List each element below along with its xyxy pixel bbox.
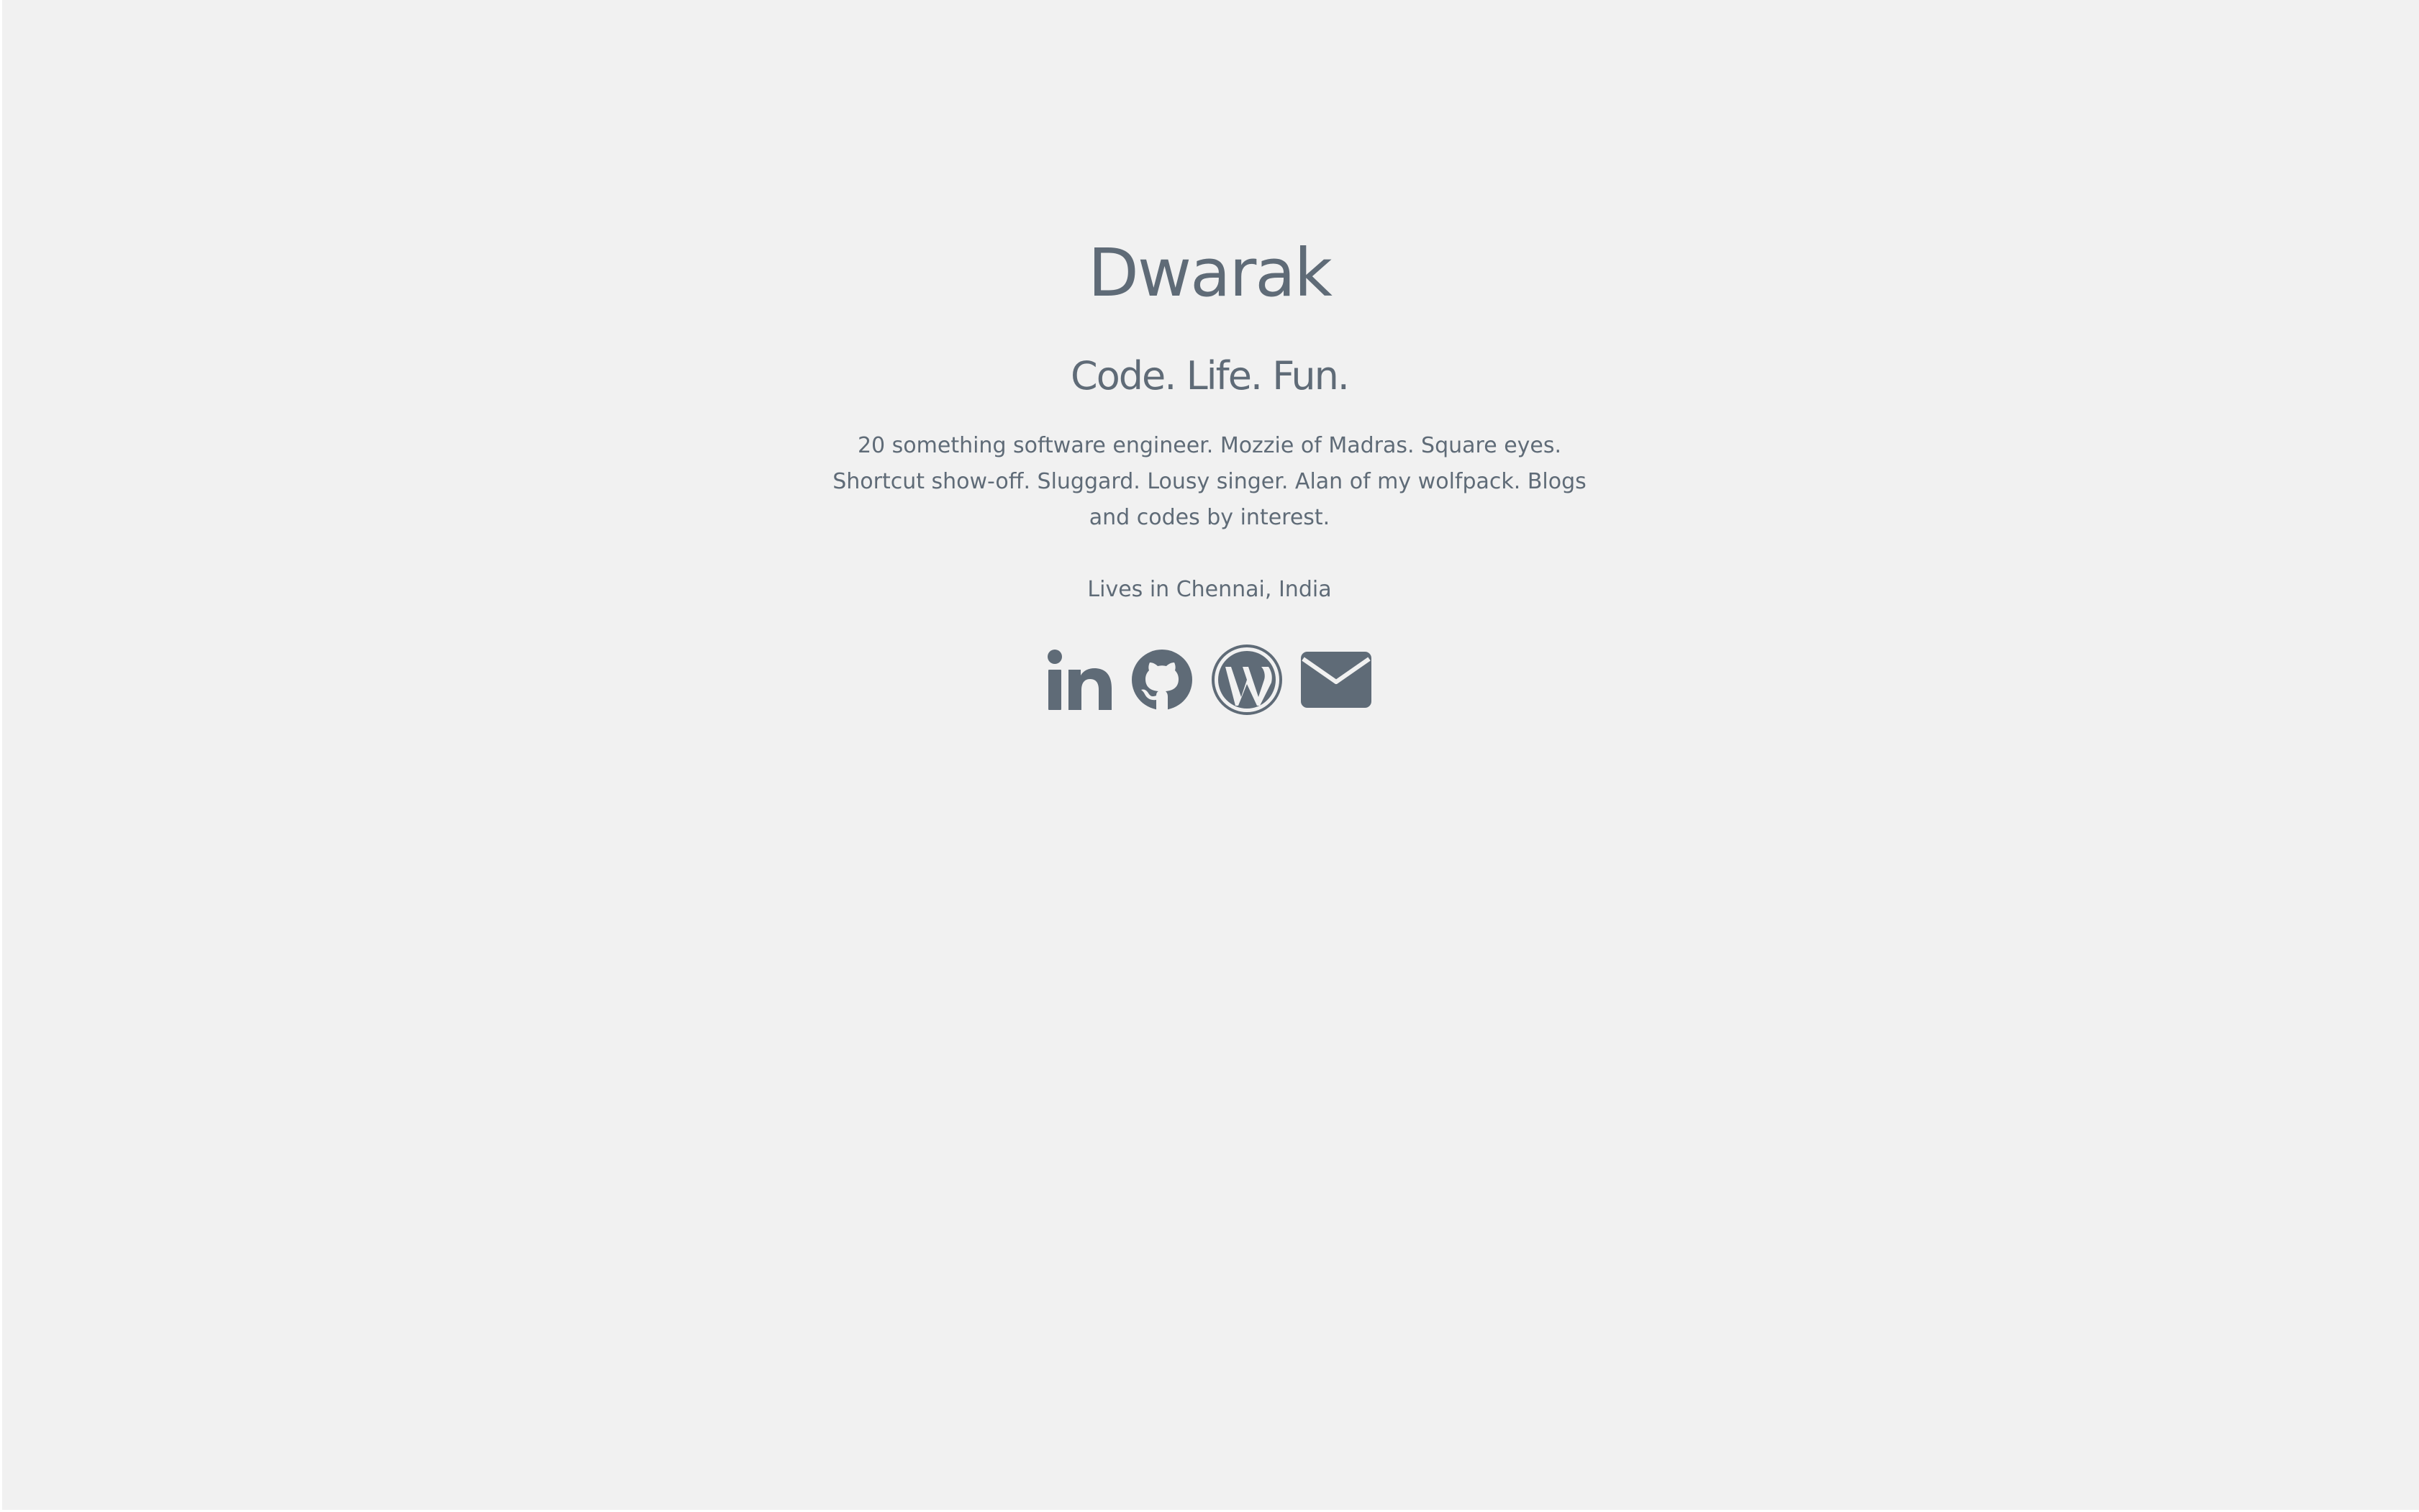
github-icon xyxy=(1132,650,1192,710)
profile-bio: 20 something software engineer. Mozzie o… xyxy=(832,433,1587,530)
profile-location: Lives in Chennai, India xyxy=(1087,577,1332,602)
wordpress-icon xyxy=(1212,645,1282,715)
profile-tagline: Code. Life. Fun. xyxy=(1071,353,1350,399)
linkedin-link[interactable] xyxy=(1047,648,1113,711)
social-links xyxy=(778,644,1641,716)
email-icon xyxy=(1301,652,1371,708)
profile-name: Dwarak xyxy=(1088,234,1333,311)
profile-card: Dwarak Code. Life. Fun. 20 something sof… xyxy=(778,216,1641,716)
wordpress-link[interactable] xyxy=(1211,644,1283,716)
linkedin-icon xyxy=(1048,650,1112,710)
github-link[interactable] xyxy=(1130,648,1194,711)
page-left-border xyxy=(0,0,2,1512)
email-link[interactable] xyxy=(1300,650,1372,709)
